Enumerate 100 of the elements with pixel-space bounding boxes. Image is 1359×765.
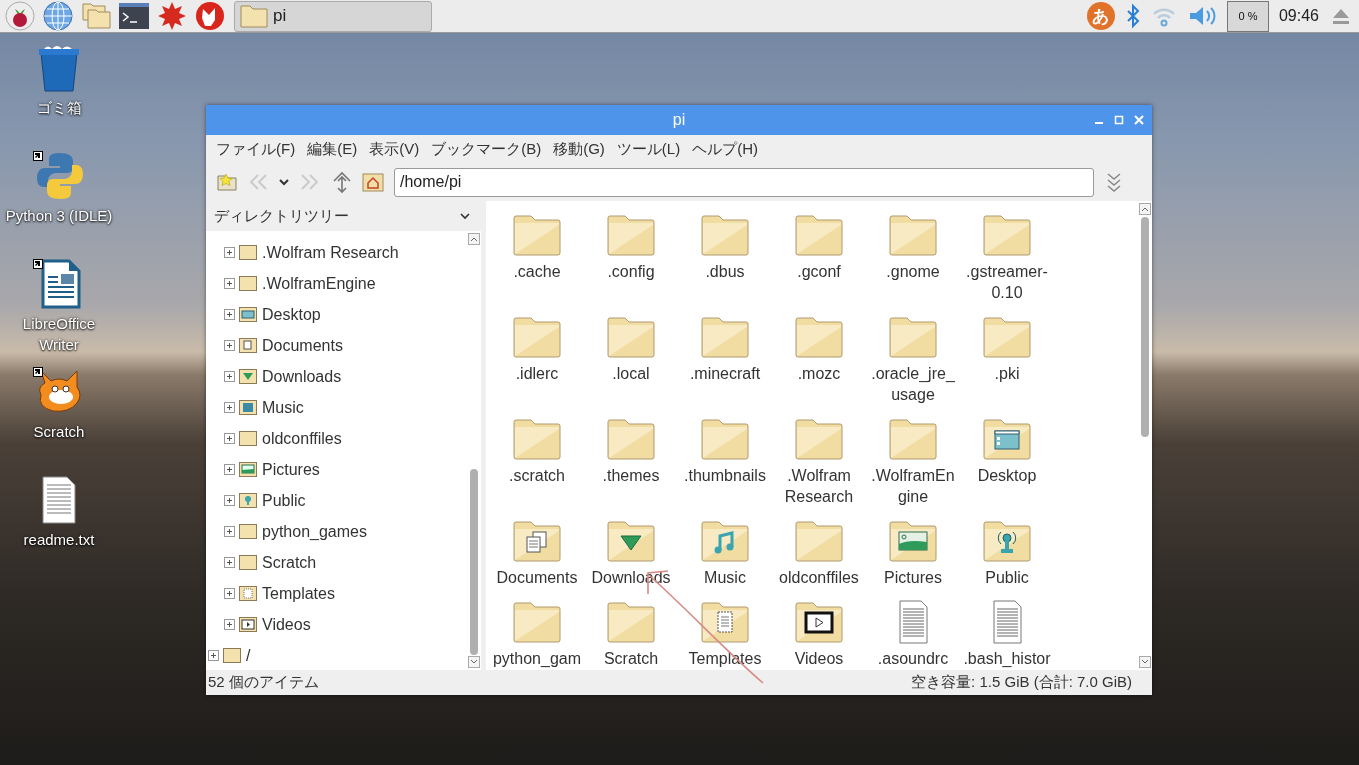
file-label[interactable]: .minecraft (679, 363, 771, 384)
folder-icon[interactable] (513, 213, 561, 257)
folder-icon[interactable] (983, 315, 1031, 359)
file-label[interactable]: .config (585, 261, 677, 282)
file-label[interactable]: Documents (491, 567, 583, 588)
folder-icon[interactable] (513, 315, 561, 359)
file-label[interactable]: Public (961, 567, 1053, 588)
tree-item[interactable]: Desktop (262, 305, 321, 324)
file-label[interactable]: Scratch (585, 648, 677, 669)
tree-item[interactable]: Videos (262, 615, 311, 634)
folder-icon[interactable] (795, 213, 843, 257)
file-label[interactable]: python_gam (491, 648, 583, 669)
menu-item[interactable]: ブックマーク(B) (425, 139, 548, 159)
expander-icon[interactable] (224, 433, 235, 444)
download-folder-icon[interactable] (607, 519, 655, 563)
tree-item[interactable]: Public (262, 491, 306, 510)
file-label[interactable]: Videos (773, 648, 865, 669)
folder-icon[interactable] (889, 315, 937, 359)
chevron-down-icon[interactable] (459, 210, 471, 222)
file-label[interactable]: .themes (585, 465, 677, 486)
file-label[interactable]: Downloads (585, 567, 677, 588)
folder-icon[interactable] (607, 600, 655, 644)
expander-icon[interactable] (224, 495, 235, 506)
file-label[interactable]: .scratch (491, 465, 583, 486)
home-icon[interactable] (362, 171, 384, 193)
folder-icon[interactable] (795, 417, 843, 461)
tree-item[interactable]: Templates (262, 584, 335, 603)
file-label[interactable]: .gconf (773, 261, 865, 282)
task-button[interactable]: pi (234, 0, 432, 32)
file-label[interactable]: .asoundrc (867, 648, 959, 669)
path-field[interactable]: /home/pi (394, 167, 1094, 197)
tree-item[interactable]: .WolframEngine (262, 274, 376, 293)
file-label[interactable]: .bash_histor (961, 648, 1053, 669)
folder-icon[interactable] (983, 213, 1031, 257)
file-label[interactable]: .gnome (867, 261, 959, 282)
tree-item[interactable]: Music (262, 398, 304, 417)
folder-icon[interactable] (607, 315, 655, 359)
file-label[interactable]: .gstreamer-0.10 (961, 261, 1053, 303)
scroll-down-icon[interactable] (1139, 656, 1151, 668)
file-label[interactable]: oldconffiles (773, 567, 865, 588)
file-label[interactable]: .cache (491, 261, 583, 282)
menu-item[interactable]: 編集(E) (301, 139, 364, 159)
expander-icon[interactable] (224, 402, 235, 413)
terminal-icon[interactable] (118, 0, 152, 32)
close-icon[interactable] (1134, 115, 1144, 125)
file-label[interactable]: Desktop (961, 465, 1053, 486)
documents-folder-icon[interactable] (513, 519, 561, 563)
folder-icon[interactable] (795, 519, 843, 563)
bluetooth-icon[interactable] (1124, 3, 1141, 29)
desktop-folder-icon[interactable] (983, 417, 1031, 461)
folder-icon[interactable] (701, 213, 749, 257)
public-folder-icon[interactable] (983, 519, 1031, 563)
video-folder-icon[interactable] (795, 600, 843, 644)
expander-icon[interactable] (224, 619, 235, 630)
menu-item[interactable]: 表示(V) (363, 139, 426, 159)
file-label[interactable]: .pki (961, 363, 1053, 384)
file-label[interactable]: .local (585, 363, 677, 384)
menu-item[interactable]: ヘルプ(H) (686, 139, 764, 159)
expander-icon[interactable] (224, 588, 235, 599)
expander-icon[interactable] (224, 309, 235, 320)
scroll-up-icon[interactable] (468, 233, 480, 245)
menu-item[interactable]: ファイル(F) (210, 139, 302, 159)
folder-icon[interactable] (701, 417, 749, 461)
expander-icon[interactable] (208, 650, 219, 661)
file-label[interactable]: .Wolfram Research (773, 465, 865, 507)
expander-icon[interactable] (224, 278, 235, 289)
folder-icon[interactable] (889, 417, 937, 461)
folder-icon[interactable] (795, 315, 843, 359)
folder-icon[interactable] (889, 213, 937, 257)
expander-icon[interactable] (224, 557, 235, 568)
maximize-icon[interactable] (1114, 115, 1124, 125)
clock[interactable]: 09:46 (1278, 7, 1319, 25)
tree-item[interactable]: Scratch (262, 553, 317, 572)
file-label[interactable]: Music (679, 567, 771, 588)
desktop-icon-label[interactable]: Scratch (4, 421, 114, 442)
expander-icon[interactable] (224, 464, 235, 475)
menu-item[interactable]: ツール(L) (610, 139, 687, 159)
expander-icon[interactable] (224, 526, 235, 537)
tree-item[interactable]: oldconffiles (262, 429, 342, 448)
file-label[interactable]: .mozc (773, 363, 865, 384)
expander-icon[interactable] (224, 340, 235, 351)
file-label[interactable]: .oracle_jre_usage (867, 363, 959, 405)
pictures-folder-icon[interactable] (889, 519, 937, 563)
globe-icon[interactable] (42, 0, 76, 32)
scroll-up-icon[interactable] (1139, 203, 1151, 215)
folder-icon[interactable] (513, 417, 561, 461)
menu-item[interactable]: 移動(G) (547, 139, 611, 159)
folder-icon[interactable] (607, 417, 655, 461)
expander-icon[interactable] (224, 247, 235, 258)
folder-icon[interactable] (701, 315, 749, 359)
python-icon[interactable] (35, 151, 83, 201)
file-label[interactable]: .dbus (679, 261, 771, 282)
tree-item[interactable]: .Wolfram Research (262, 243, 399, 262)
file-label[interactable]: .idlerc (491, 363, 583, 384)
folder-icon[interactable] (607, 213, 655, 257)
desktop-icon-label[interactable]: readme.txt (4, 529, 114, 550)
expander-icon[interactable] (224, 371, 235, 382)
tree-item[interactable]: Downloads (262, 367, 342, 386)
tree-item[interactable]: Documents (262, 336, 343, 355)
raspberry-icon[interactable] (4, 0, 38, 32)
